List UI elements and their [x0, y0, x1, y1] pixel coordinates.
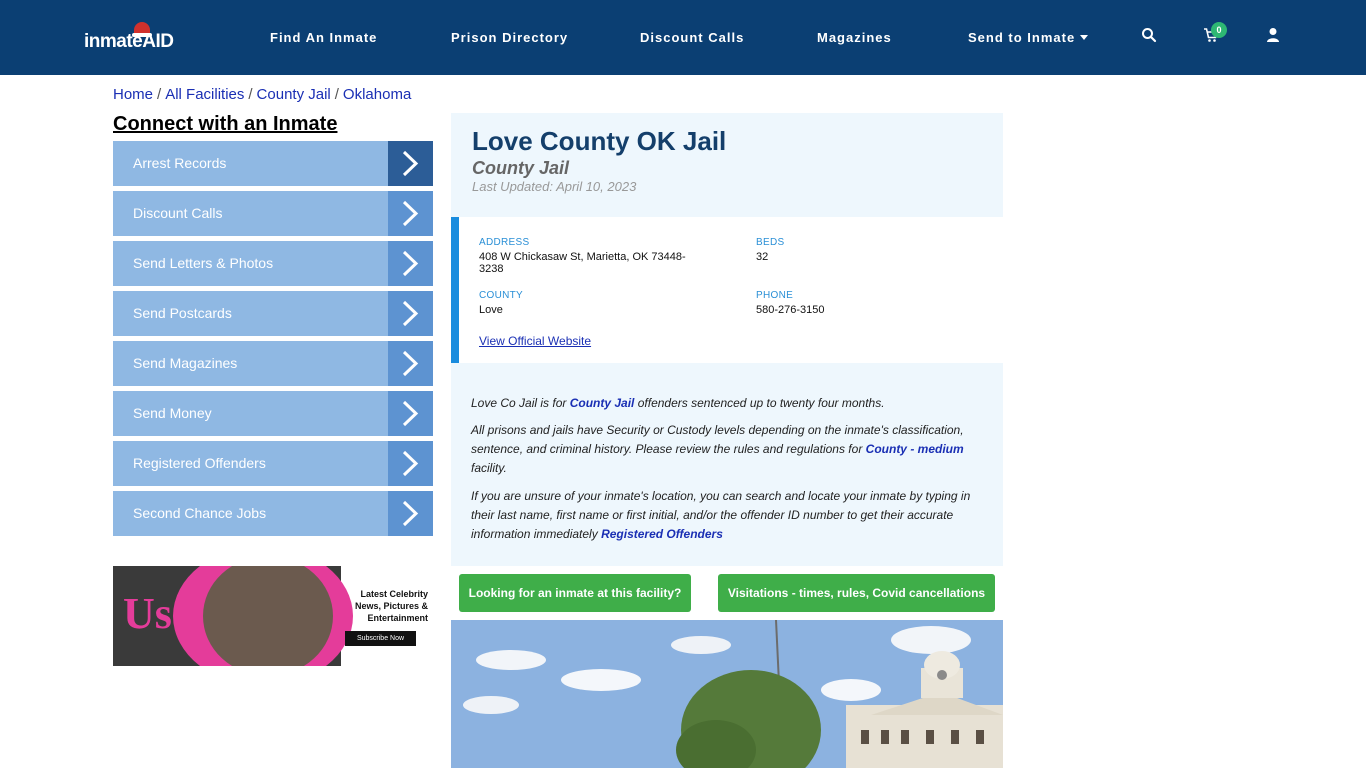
caret-down-icon [1080, 35, 1089, 40]
county-value: Love [479, 304, 503, 316]
chevron-right-icon [388, 241, 433, 286]
sidebar-menu: Arrest Records Discount Calls Send Lette… [113, 141, 433, 541]
chevron-right-icon [388, 341, 433, 386]
ad-image: Us [113, 566, 353, 666]
sidebar-item-send-money[interactable]: Send Money [113, 391, 433, 436]
breadcrumb-all-facilities[interactable]: All Facilities [165, 86, 244, 103]
breadcrumb-separator: / [334, 86, 339, 103]
visitations-button[interactable]: Visitations - times, rules, Covid cancel… [718, 574, 995, 612]
sidebar-item-label: Second Chance Jobs [133, 505, 267, 521]
sidebar-item-send-postcards[interactable]: Send Postcards [113, 291, 433, 336]
us-magazine-logo: Us [123, 589, 172, 638]
description-paragraph-1: Love Co Jail is for County Jail offender… [471, 396, 885, 410]
county-label: COUNTY [479, 290, 524, 301]
county-jail-link[interactable]: County Jail [570, 396, 635, 410]
sidebar-item-arrest-records[interactable]: Arrest Records [113, 141, 433, 186]
ad-headline: Latest Celebrity News, Pictures & Entert… [354, 589, 428, 623]
county-medium-link[interactable]: County - medium [866, 442, 964, 456]
sidebar-item-label: Send Magazines [133, 355, 238, 371]
sidebar-item-discount-calls[interactable]: Discount Calls [113, 191, 433, 236]
facility-type: County Jail [472, 158, 570, 178]
chevron-right-icon [388, 441, 433, 486]
description-paragraph-3: If you are unsure of your inmate's locat… [471, 489, 971, 541]
beds-value: 32 [756, 251, 769, 263]
phone-label: PHONE [756, 290, 794, 301]
top-navigation-bar: inmateAID Find An Inmate Prison Director… [0, 0, 1366, 75]
breadcrumb-county-jail[interactable]: County Jail [257, 86, 331, 103]
breadcrumb-separator: / [248, 86, 253, 103]
breadcrumb-oklahoma[interactable]: Oklahoma [343, 86, 411, 103]
address-label: ADDRESS [479, 237, 530, 248]
nav-find-inmate[interactable]: Find An Inmate [270, 30, 377, 45]
facility-photo [451, 620, 1003, 768]
info-card-accent [451, 217, 459, 363]
chevron-right-icon [388, 291, 433, 336]
sidebar-item-send-letters-photos[interactable]: Send Letters & Photos [113, 241, 433, 286]
nav-prison-directory[interactable]: Prison Directory [451, 30, 568, 45]
sidebar-item-label: Discount Calls [133, 205, 223, 221]
sidebar-item-label: Registered Offenders [133, 455, 266, 471]
nav-magazines[interactable]: Magazines [817, 30, 892, 45]
user-account-icon[interactable] [1265, 27, 1283, 45]
ad-subscribe-button[interactable]: Subscribe Now [345, 631, 416, 646]
logo-text: inmateAID [84, 31, 174, 52]
sidebar-item-label: Arrest Records [133, 155, 227, 171]
sidebar-item-label: Send Postcards [133, 305, 232, 321]
phone-value[interactable]: 580-276-3150 [756, 304, 825, 316]
inmateaid-logo[interactable]: inmateAID [84, 22, 184, 56]
sidebar-title: Connect with an Inmate [113, 113, 338, 135]
beds-label: BEDS [756, 237, 785, 248]
chevron-right-icon [388, 491, 433, 536]
cart-count-badge: 0 [1211, 22, 1227, 38]
sidebar-item-second-chance-jobs[interactable]: Second Chance Jobs [113, 491, 433, 536]
facility-title: Love County OK Jail [472, 126, 727, 156]
description-paragraph-2: All prisons and jails have Security or C… [471, 423, 964, 475]
registered-offenders-link[interactable]: Registered Offenders [601, 527, 723, 541]
nav-discount-calls[interactable]: Discount Calls [640, 30, 744, 45]
nav-send-to-inmate-label: Send to Inmate [968, 30, 1076, 45]
breadcrumb-separator: / [157, 86, 162, 103]
looking-for-inmate-button[interactable]: Looking for an inmate at this facility? [459, 574, 691, 612]
us-weekly-ad-banner[interactable]: Us Latest Celebrity News, Pictures & Ent… [113, 566, 433, 666]
sidebar-item-label: Send Money [133, 405, 212, 421]
chevron-right-icon [388, 191, 433, 236]
chevron-right-icon [388, 391, 433, 436]
breadcrumb: Home / All Facilities / County Jail / Oklahoma [113, 86, 411, 103]
breadcrumb-home[interactable]: Home [113, 86, 153, 103]
last-updated: Last Updated: April 10, 2023 [472, 179, 637, 194]
chevron-right-icon [388, 141, 433, 186]
sidebar-item-registered-offenders[interactable]: Registered Offenders [113, 441, 433, 486]
nav-send-to-inmate[interactable]: Send to Inmate [968, 30, 1089, 45]
sidebar-item-label: Send Letters & Photos [133, 255, 274, 271]
sidebar-item-send-magazines[interactable]: Send Magazines [113, 341, 433, 386]
search-icon[interactable] [1141, 27, 1159, 45]
view-official-website-link[interactable]: View Official Website [479, 334, 591, 348]
address-value: 408 W Chickasaw St, Marietta, OK 73448-3… [479, 251, 686, 275]
